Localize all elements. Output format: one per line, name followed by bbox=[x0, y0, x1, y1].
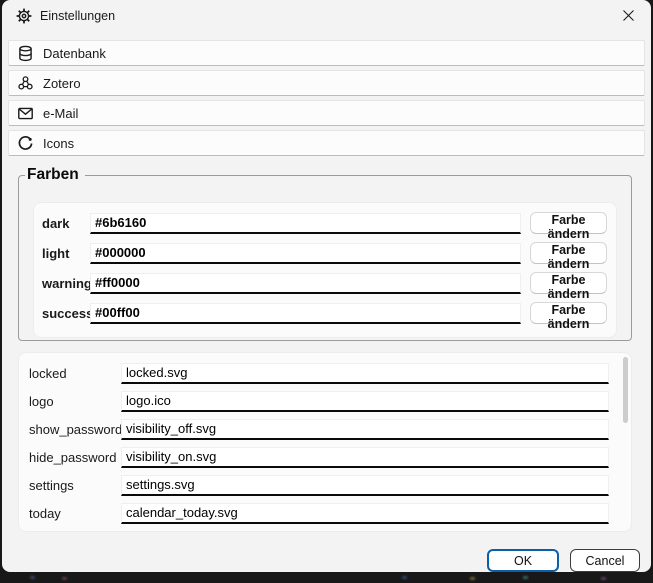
icon-setting-label: today bbox=[29, 506, 121, 521]
section-header-email[interactable]: e-Mail bbox=[8, 100, 645, 126]
mail-icon bbox=[17, 105, 34, 122]
close-icon bbox=[623, 10, 634, 21]
farben-legend: Farben bbox=[25, 166, 85, 184]
ok-button[interactable]: OK bbox=[487, 549, 559, 572]
background-artifact bbox=[62, 577, 67, 580]
change-color-button-light[interactable]: Farbe ändern bbox=[530, 242, 607, 264]
icon-row-logo: logo bbox=[29, 387, 609, 415]
icon-row-hide-password: hide_password bbox=[29, 443, 609, 471]
icon-setting-label: logo bbox=[29, 394, 121, 409]
cancel-button[interactable]: Cancel bbox=[570, 549, 640, 572]
color-label: success bbox=[42, 306, 90, 321]
change-color-button-success[interactable]: Farbe ändern bbox=[530, 302, 607, 324]
icon-file-input-settings[interactable] bbox=[121, 475, 609, 496]
icon-file-input-show-password[interactable] bbox=[121, 419, 609, 440]
icon-setting-label: settings bbox=[29, 478, 121, 493]
color-value-input-dark[interactable] bbox=[90, 213, 521, 234]
change-color-button-warning[interactable]: Farbe ändern bbox=[530, 272, 607, 294]
icon-setting-label: show_password bbox=[29, 422, 121, 437]
section-label: e-Mail bbox=[43, 106, 78, 121]
background-artifact bbox=[601, 577, 606, 580]
zotero-icon bbox=[17, 75, 34, 92]
database-icon bbox=[17, 45, 34, 62]
accordion-sections: Datenbank Zotero e-Mail bbox=[2, 32, 651, 156]
color-label: warning bbox=[42, 276, 90, 291]
section-label: Zotero bbox=[43, 76, 81, 91]
titlebar: Einstellungen bbox=[2, 0, 651, 32]
color-value-input-success[interactable] bbox=[90, 303, 521, 324]
change-color-button-dark[interactable]: Farbe ändern bbox=[530, 212, 607, 234]
background-artifact bbox=[523, 576, 528, 579]
icon-file-input-logo[interactable] bbox=[121, 391, 609, 412]
icon-file-input-locked[interactable] bbox=[121, 363, 609, 384]
color-row-dark: dark Farbe ändern bbox=[42, 208, 607, 238]
color-label: dark bbox=[42, 216, 90, 231]
background-artifact bbox=[30, 576, 35, 579]
icon-file-input-today[interactable] bbox=[121, 503, 609, 524]
close-button[interactable] bbox=[605, 0, 651, 31]
icon-row-settings: settings bbox=[29, 471, 609, 499]
section-header-datenbank[interactable]: Datenbank bbox=[8, 40, 645, 66]
section-label: Datenbank bbox=[43, 46, 106, 61]
icon-row-today: today bbox=[29, 499, 609, 527]
settings-gear-icon bbox=[16, 8, 32, 24]
color-row-success: success Farbe ändern bbox=[42, 298, 607, 328]
icons-list-panel: locked logo show_password hide_password … bbox=[18, 352, 632, 532]
refresh-icon bbox=[17, 135, 34, 152]
color-value-input-warning[interactable] bbox=[90, 273, 521, 294]
color-row-light: light Farbe ändern bbox=[42, 238, 607, 268]
icon-row-locked: locked bbox=[29, 359, 609, 387]
background-artifact bbox=[402, 576, 407, 579]
icon-file-input-hide-password[interactable] bbox=[121, 447, 609, 468]
icon-row-show-password: show_password bbox=[29, 415, 609, 443]
section-header-icons[interactable]: Icons bbox=[8, 130, 645, 156]
color-panel: dark Farbe ändern light Farbe ändern war… bbox=[33, 202, 617, 338]
section-label: Icons bbox=[43, 136, 74, 151]
settings-dialog: Einstellungen Datenbank bbox=[2, 0, 651, 572]
farben-groupbox: Farben dark Farbe ändern light Farbe änd… bbox=[18, 175, 632, 341]
background-artifact bbox=[470, 577, 475, 580]
icon-setting-label: locked bbox=[29, 366, 121, 381]
section-header-zotero[interactable]: Zotero bbox=[8, 70, 645, 96]
color-label: light bbox=[42, 246, 90, 261]
icons-list-scrollbar[interactable] bbox=[623, 357, 628, 423]
color-value-input-light[interactable] bbox=[90, 243, 521, 264]
color-row-warning: warning Farbe ändern bbox=[42, 268, 607, 298]
window-title: Einstellungen bbox=[40, 9, 115, 23]
icon-setting-label: hide_password bbox=[29, 450, 121, 465]
